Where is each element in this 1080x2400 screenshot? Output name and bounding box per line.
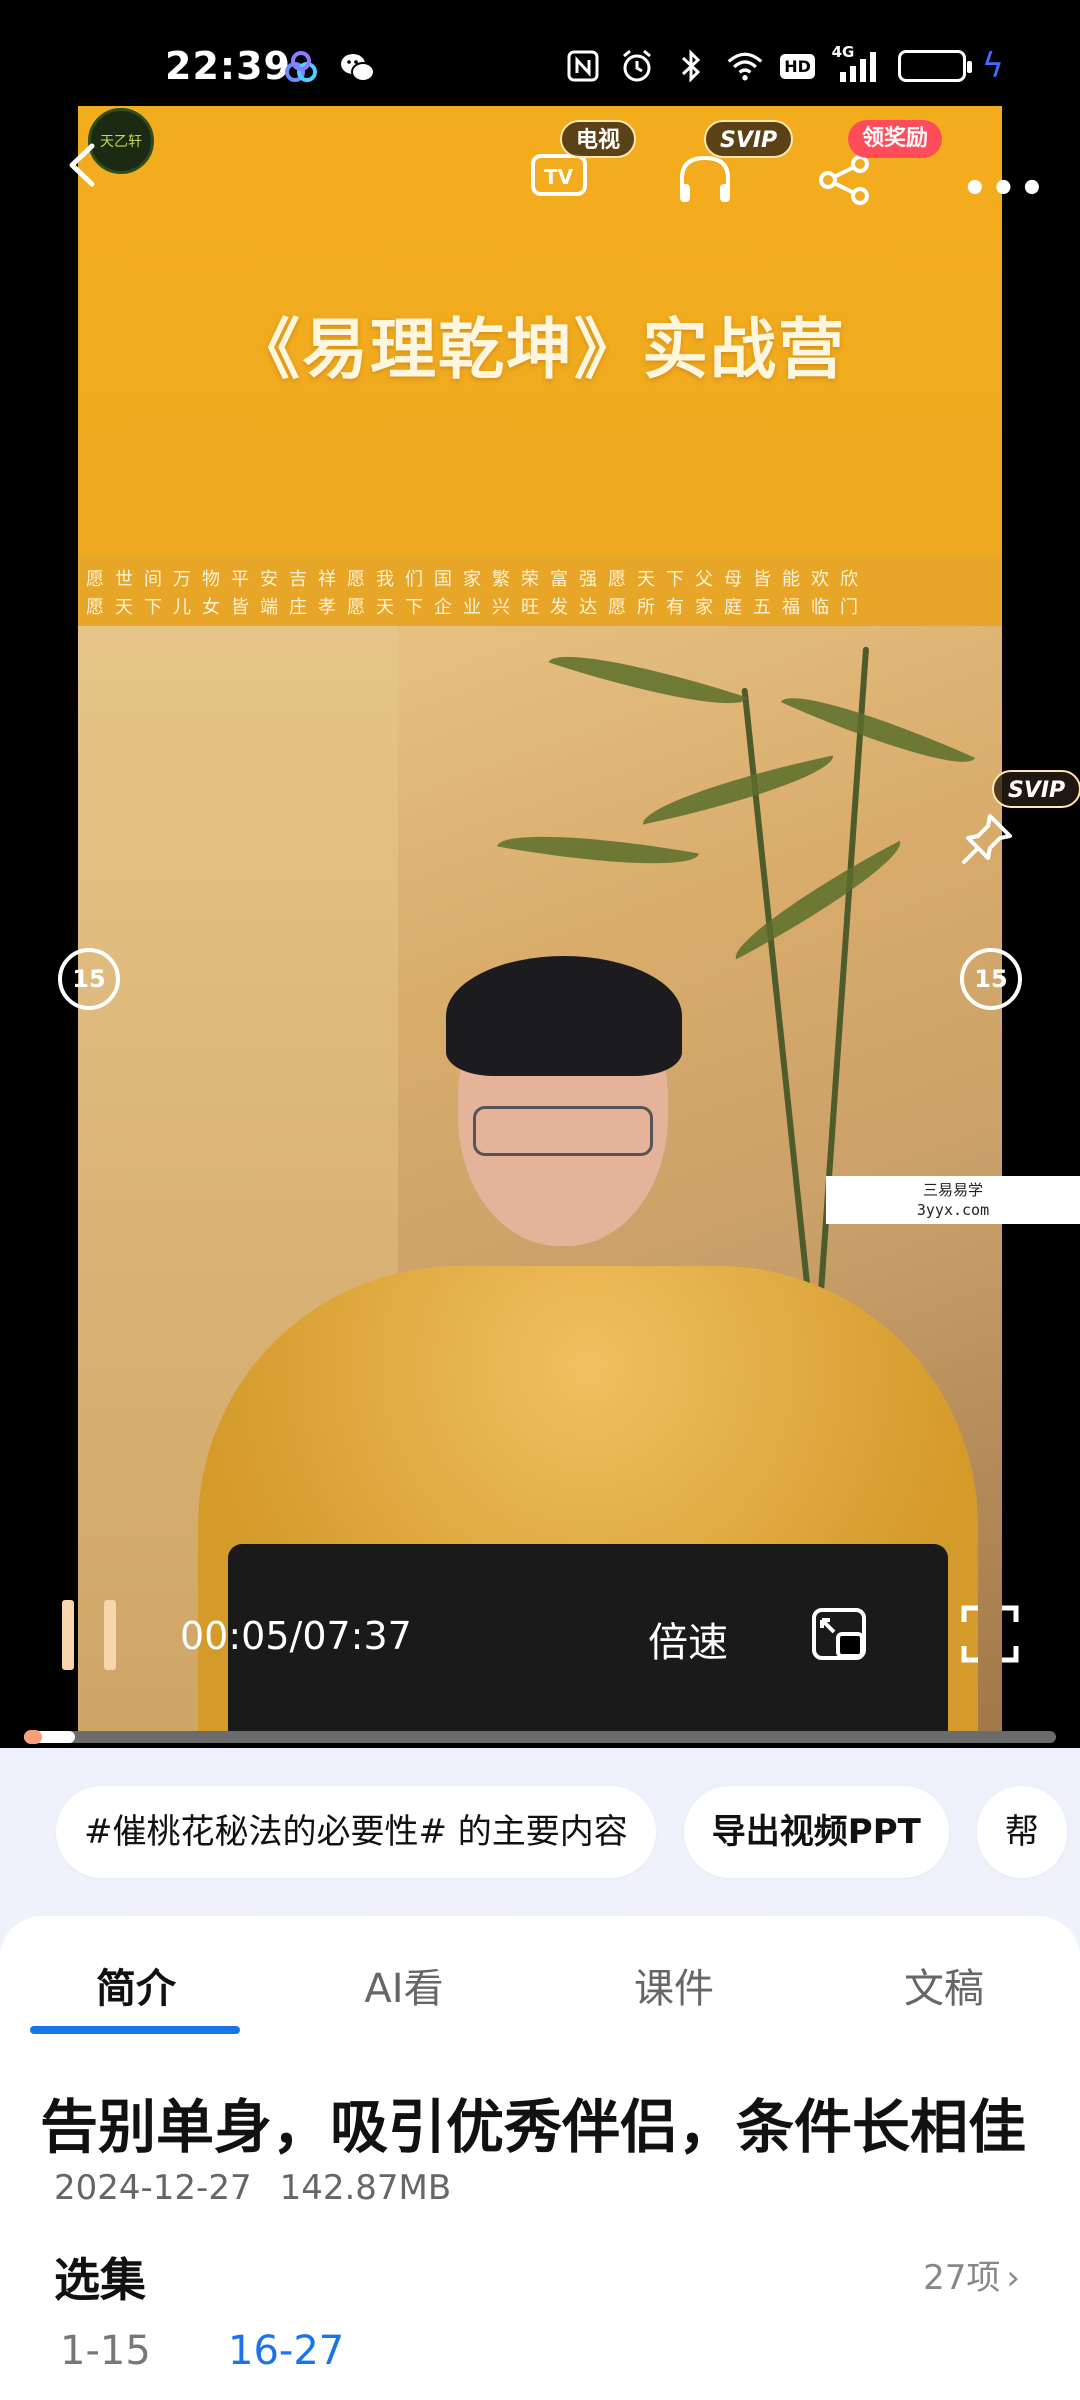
headphones-icon [680,155,730,202]
watermark-line2: 3yyx.com [916,1201,990,1219]
reward-badge[interactable]: 领奖励 [848,120,943,158]
more-options-button[interactable]: ••• [962,166,1048,212]
plant-leaf [548,635,748,725]
playback-speed-button[interactable]: 倍速 [648,1610,728,1668]
tab-indicator [30,2026,240,2034]
banner-title: 《易理乾坤》实战营 [234,311,846,388]
duration: 07:37 [302,1614,412,1658]
audio-mode-button[interactable] [676,150,734,206]
pause-icon [62,1600,74,1670]
video-meta: 2024-12-27 142.87MB [54,2168,451,2208]
tab-bar: 简介 AI看 课件 文稿 [0,1956,1080,2036]
wifi-icon [726,47,764,85]
video-title: 告别单身，吸引优秀伴侣，条件长相佳 [40,2093,1027,2161]
plant-leaf [637,755,839,825]
banner-strip: 愿世间万物平安吉祥愿我们国家繁荣富强愿天下父母皆能欢欣 愿天下儿女皆端庄孝愿天下… [78,556,1002,626]
tab-courseware[interactable]: 课件 [574,1956,774,2014]
detail-card: 简介 AI看 课件 文稿 告别单身，吸引优秀伴侣，条件长相佳 2024-12-2… [0,1916,1080,2400]
svip-badge: SVIP [704,120,794,158]
watermark-line1: 三易易学 [922,1181,983,1199]
status-left-icons [282,48,376,86]
progress-bar[interactable] [24,1730,1056,1744]
status-right-icons: HD 4G ϟ [564,43,1004,86]
hd-icon: HD [780,47,816,85]
chip-help[interactable]: 帮 [976,1786,1067,1878]
more-dots-icon: ••• [962,166,1048,212]
ai-chips-row: #催桃花秘法的必要性# 的主要内容 导出视频PPT 帮 [56,1786,1067,1878]
current-time: 00:05 [180,1614,290,1658]
battery-icon [897,50,972,82]
video-player[interactable]: 《易理乾坤》实战营 愿世间万物平安吉祥愿我们国家繁荣富强愿天下父母皆能欢欣 愿天… [0,100,1080,1740]
pause-button[interactable] [62,1600,118,1670]
chip-export-ppt[interactable]: 导出视频PPT [683,1786,949,1878]
episode-range-1-15[interactable]: 1-15 [60,2328,151,2374]
rewind-15-label: 15 [72,965,106,993]
forward-15-label: 15 [974,965,1008,993]
share-icon [819,155,869,205]
forward-15-button[interactable]: 15 [960,948,1022,1010]
status-time: 22:39 [165,44,291,88]
charging-icon: ϟ [981,46,1004,86]
pin-button[interactable] [960,810,1016,866]
episodes-count-button[interactable]: 27项 › [923,2250,1020,2299]
baidu-netdisk-icon [282,48,320,86]
back-button[interactable] [58,140,108,190]
fullscreen-icon [961,1605,1019,1663]
presenter-glasses [473,1106,653,1156]
chevron-left-icon [69,143,95,187]
wechat-icon [338,48,376,86]
upload-date: 2024-12-27 [54,2168,252,2208]
fullscreen-button[interactable] [960,1604,1020,1664]
pip-button[interactable] [810,1606,870,1664]
banner-strip-line1: 愿世间万物平安吉祥愿我们国家繁荣富强愿天下父母皆能欢欣 [86,569,869,590]
episode-range-16-27[interactable]: 16-27 [228,2328,344,2374]
episodes-label: 选集 [54,2253,146,2307]
chevron-right-icon: › [1006,2258,1020,2298]
presenter-hair [446,956,682,1076]
picture-in-picture-icon [812,1608,866,1660]
time-separator: / [289,1614,303,1658]
svg-text:TV: TV [544,165,574,189]
pause-icon [104,1600,116,1670]
plant-leaf [497,818,699,882]
share-button[interactable] [816,150,874,206]
pin-svip-badge: SVIP [992,770,1080,808]
playback-time: 00:05/07:37 [180,1614,412,1658]
plant-leaf [723,840,913,960]
alarm-icon [618,47,656,85]
chip-main-content[interactable]: #催桃花秘法的必要性# 的主要内容 [56,1786,656,1878]
nfc-icon [564,47,602,85]
tab-transcript[interactable]: 文稿 [844,1956,1044,2014]
progress-knob[interactable] [24,1730,42,1744]
episodes-count: 27项 [923,2258,1001,2298]
pin-icon [962,814,1012,864]
banner-strip-line2: 愿天下儿女皆端庄孝愿天下企业兴旺发达愿所有家庭五福临门 [86,597,869,618]
tab-intro[interactable]: 简介 [36,1956,236,2014]
tab-ai-view[interactable]: AI看 [304,1956,504,2014]
video-frame[interactable]: 《易理乾坤》实战营 愿世间万物平安吉祥愿我们国家繁荣富强愿天下父母皆能欢欣 愿天… [78,106,1002,1740]
hd-label: HD [780,53,815,79]
rewind-15-button[interactable]: 15 [58,948,120,1010]
bluetooth-icon [672,47,710,85]
network-label: 4G [831,43,855,61]
signal-4g-icon: 4G [832,43,882,85]
watermark: 三易易学 3yyx.com [826,1176,1080,1224]
file-size: 142.87MB [279,2168,452,2208]
tv-badge: 电视 [560,120,637,158]
plant-stem [812,646,870,1366]
